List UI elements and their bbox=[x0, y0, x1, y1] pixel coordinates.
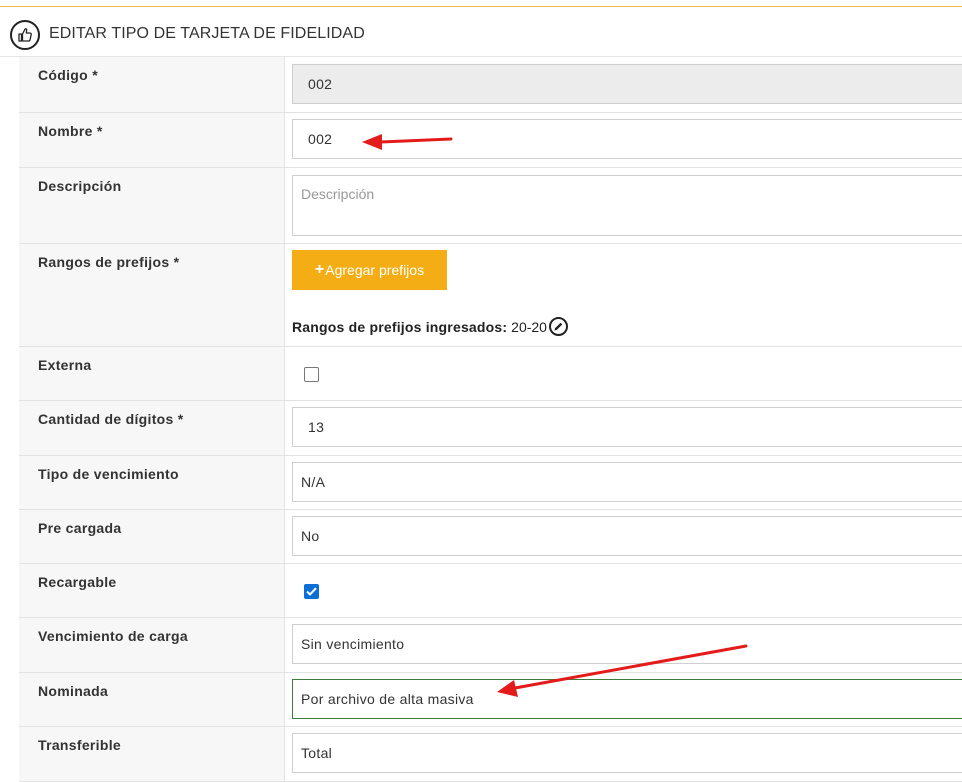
form-row-tipo-vencimiento: Tipo de vencimiento N/A bbox=[19, 456, 962, 510]
add-prefix-button[interactable]: + Agregar prefijos bbox=[292, 250, 447, 290]
add-prefix-button-label: Agregar prefijos bbox=[325, 262, 425, 278]
transferible-label: Transferible bbox=[38, 737, 121, 753]
form-row-vencimiento-carga: Vencimiento de carga Sin vencimiento bbox=[19, 618, 962, 673]
form-row-pre-cargada: Pre cargada No bbox=[19, 510, 962, 564]
pre-cargada-label: Pre cargada bbox=[38, 520, 122, 536]
prefix-ranges-value: 20-20 bbox=[511, 318, 547, 335]
pre-cargada-select[interactable]: No bbox=[292, 516, 962, 556]
prefix-ranges-info: Rangos de prefijos ingresados: 20-20 bbox=[292, 317, 568, 336]
externa-checkbox[interactable] bbox=[304, 367, 319, 382]
page-title: EDITAR TIPO DE TARJETA DE FIDELIDAD bbox=[49, 25, 365, 42]
form-row-descripcion: Descripción Descripción bbox=[19, 168, 962, 244]
form-row-cantidad: Cantidad de dígitos * 13 bbox=[19, 401, 962, 456]
cantidad-input[interactable]: 13 bbox=[292, 407, 962, 447]
tipo-vencimiento-label: Tipo de vencimiento bbox=[38, 466, 179, 482]
descripcion-textarea[interactable]: Descripción bbox=[292, 175, 962, 236]
transferible-select[interactable]: Total bbox=[292, 733, 962, 773]
checkmark-icon bbox=[306, 587, 317, 596]
rangos-label: Rangos de prefijos * bbox=[38, 254, 180, 270]
plus-icon: + bbox=[314, 261, 325, 278]
vencimiento-carga-label: Vencimiento de carga bbox=[38, 628, 188, 644]
codigo-label: Código * bbox=[38, 67, 98, 83]
form-row-externa: Externa bbox=[19, 347, 962, 401]
cantidad-label: Cantidad de dígitos * bbox=[38, 411, 184, 427]
form-row-nombre: Nombre * 002 bbox=[19, 113, 962, 168]
tipo-vencimiento-select[interactable]: N/A bbox=[292, 462, 962, 502]
recargable-checkbox[interactable] bbox=[304, 584, 319, 599]
descripcion-label: Descripción bbox=[38, 178, 122, 194]
nominada-label: Nominada bbox=[38, 683, 109, 699]
edit-pencil-icon[interactable] bbox=[548, 317, 568, 336]
page-header: EDITAR TIPO DE TARJETA DE FIDELIDAD bbox=[0, 7, 962, 57]
form-row-transferible: Transferible Total bbox=[19, 727, 962, 782]
nominada-select[interactable]: Por archivo de alta masiva bbox=[292, 679, 962, 719]
codigo-input[interactable]: 002 bbox=[292, 64, 962, 104]
form-row-rangos: Rangos de prefijos * + Agregar prefijos R… bbox=[19, 244, 962, 347]
prefix-ranges-info-label: Rangos de prefijos ingresados: bbox=[292, 318, 508, 335]
form-row-codigo: Código * 002 bbox=[19, 57, 962, 113]
recargable-label: Recargable bbox=[38, 574, 117, 590]
form-row-nominada: Nominada Por archivo de alta masiva bbox=[19, 673, 962, 727]
externa-label: Externa bbox=[38, 357, 92, 373]
nombre-label: Nombre * bbox=[38, 123, 103, 139]
thumbs-up-icon bbox=[10, 20, 40, 50]
nombre-input[interactable]: 002 bbox=[292, 119, 962, 159]
vencimiento-carga-select[interactable]: Sin vencimiento bbox=[292, 624, 962, 664]
form-row-recargable: Recargable bbox=[19, 564, 962, 618]
